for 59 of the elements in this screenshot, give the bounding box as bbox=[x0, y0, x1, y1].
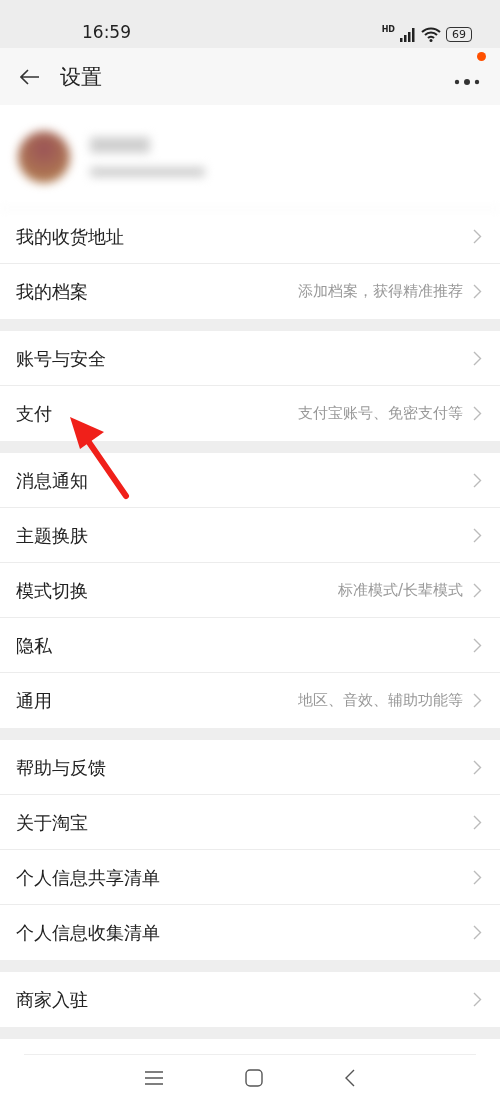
settings-row[interactable]: 个人信息收集清单 bbox=[0, 905, 500, 960]
chevron-right-icon bbox=[473, 693, 482, 708]
chevron-right-icon bbox=[473, 229, 482, 244]
blurred-name bbox=[90, 136, 150, 153]
settings-row[interactable]: 账号与安全 bbox=[0, 331, 500, 386]
chevron-right-icon bbox=[473, 925, 482, 940]
settings-row[interactable]: 我的档案 添加档案，获得精准推荐 bbox=[0, 264, 500, 319]
settings-row[interactable]: 消息通知 bbox=[0, 453, 500, 508]
row-label: 个人信息共享清单 bbox=[16, 865, 161, 890]
row-label: 账号与安全 bbox=[16, 346, 107, 371]
menu-icon[interactable] bbox=[145, 1071, 163, 1085]
row-label: 隐私 bbox=[16, 633, 53, 658]
chevron-right-icon bbox=[473, 638, 482, 653]
chevron-right-icon bbox=[473, 583, 482, 598]
settings-row[interactable]: 支付 支付宝账号、免密支付等 bbox=[0, 386, 500, 441]
chevron-right-icon bbox=[473, 870, 482, 885]
row-label: 我的档案 bbox=[16, 279, 89, 304]
chevron-right-icon bbox=[473, 528, 482, 543]
chevron-right-icon bbox=[473, 992, 482, 1007]
row-label: 个人信息收集清单 bbox=[16, 920, 161, 945]
row-value: 标准模式/长辈模式 bbox=[337, 581, 463, 600]
row-label: 模式切换 bbox=[16, 578, 89, 603]
back-icon[interactable] bbox=[345, 1069, 355, 1087]
settings-row[interactable]: 帮助与反馈 bbox=[0, 740, 500, 795]
chevron-right-icon bbox=[473, 406, 482, 421]
row-label: 帮助与反馈 bbox=[16, 755, 107, 780]
avatar bbox=[18, 130, 70, 183]
chevron-right-icon bbox=[473, 473, 482, 488]
status-time: 16:59 bbox=[82, 22, 131, 42]
row-label: 我的收货地址 bbox=[16, 224, 125, 249]
chevron-right-icon bbox=[473, 815, 482, 830]
settings-row[interactable]: 通用 地区、音效、辅助功能等 bbox=[0, 673, 500, 728]
network-type: HD bbox=[381, 25, 395, 34]
settings-row[interactable]: 我的收货地址 bbox=[0, 209, 500, 264]
settings-row[interactable]: 隐私 bbox=[0, 618, 500, 673]
chevron-right-icon bbox=[473, 284, 482, 299]
settings-row[interactable]: 关于淘宝 bbox=[0, 795, 500, 850]
row-value: 地区、音效、辅助功能等 bbox=[298, 691, 463, 710]
settings-row[interactable]: 主题换肤 bbox=[0, 508, 500, 563]
home-icon[interactable] bbox=[245, 1069, 263, 1087]
row-label: 主题换肤 bbox=[16, 523, 89, 548]
row-label: 支付 bbox=[16, 401, 53, 426]
wifi-icon bbox=[421, 27, 441, 42]
more-icon[interactable] bbox=[454, 76, 480, 87]
settings-row[interactable]: 商家入驻 bbox=[0, 972, 500, 1027]
row-label: 关于淘宝 bbox=[16, 810, 89, 835]
row-label: 通用 bbox=[16, 688, 53, 713]
settings-row[interactable]: 个人信息共享清单 bbox=[0, 850, 500, 905]
row-label: 商家入驻 bbox=[16, 987, 89, 1012]
settings-row[interactable]: 模式切换 标准模式/长辈模式 bbox=[0, 563, 500, 618]
row-value: 支付宝账号、免密支付等 bbox=[298, 404, 463, 423]
signal-icon bbox=[400, 27, 416, 42]
chevron-right-icon bbox=[473, 760, 482, 775]
chevron-right-icon bbox=[473, 351, 482, 366]
page-title: 设置 bbox=[60, 63, 103, 91]
row-value: 添加档案，获得精准推荐 bbox=[298, 282, 463, 301]
row-label: 消息通知 bbox=[16, 468, 89, 493]
battery-level: 69 bbox=[446, 27, 472, 42]
back-arrow-icon[interactable] bbox=[20, 68, 40, 85]
